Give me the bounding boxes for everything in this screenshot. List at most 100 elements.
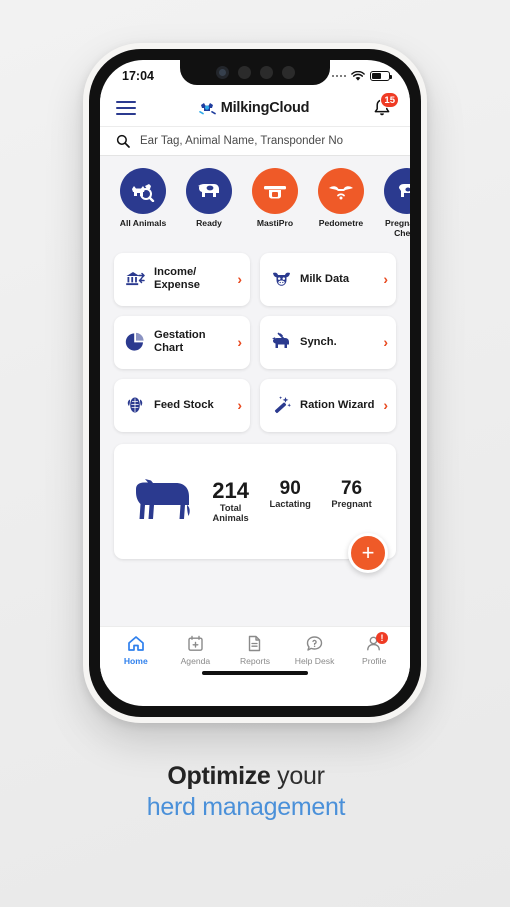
nav-label: Agenda — [180, 656, 211, 666]
profile-alert-badge: ! — [375, 632, 388, 644]
chevron-right-icon: › — [237, 271, 242, 288]
app-content: All Animals Ready MastiPro Pedometre Pre… — [100, 156, 410, 681]
app-header: MilkingCloud 15 — [100, 90, 410, 126]
phone-notch — [180, 60, 330, 85]
tagline-rest: your — [270, 762, 325, 790]
bank-transfer-icon — [124, 270, 146, 288]
category-pregnancy-check[interactable]: Pregnancy Check — [380, 168, 410, 239]
stat-caption: Pregnant — [331, 499, 372, 510]
phone-screen: 17:04 MilkingCloud 15 Ear Tag, Animal Na… — [100, 60, 410, 706]
menu-card-label: Milk Data — [300, 272, 350, 285]
tagline: Optimize your herd management — [0, 762, 510, 822]
category-label: Pedometre — [318, 218, 364, 228]
nav-item-profile[interactable]: ! Profile — [344, 632, 404, 666]
stat-caption: Lactating — [269, 499, 311, 510]
status-time: 17:04 — [122, 69, 154, 83]
stat-total-animals: 214 Total Animals — [212, 477, 249, 524]
tagline-line-2: herd management — [146, 793, 346, 821]
notification-bell-button[interactable]: 15 — [372, 92, 399, 119]
chevron-right-icon: › — [383, 397, 388, 414]
question-chat-icon — [285, 634, 345, 653]
front-camera-icon — [215, 65, 229, 79]
hamburger-menu-icon[interactable] — [116, 100, 136, 116]
menu-card-income-expense[interactable]: Income/ Expense › — [114, 252, 250, 306]
status-indicators — [331, 70, 393, 82]
stat-group: 214 Total Animals 90 Lactating 76 Pregna… — [198, 477, 382, 524]
chevron-right-icon: › — [383, 271, 388, 288]
menu-card-ration-wizard[interactable]: Ration Wizard › — [260, 378, 396, 432]
brand: MilkingCloud — [198, 100, 310, 116]
cow-silhouette-icon — [128, 475, 198, 527]
menu-card-label: Feed Stock — [154, 398, 214, 411]
nav-item-home[interactable]: Home — [106, 634, 166, 666]
category-mastipro[interactable]: MastiPro — [248, 168, 302, 239]
chevron-right-icon: › — [237, 334, 242, 351]
menu-card-label: Gestation Chart — [154, 328, 206, 355]
sensor-dot-2-icon — [281, 65, 295, 79]
category-label: MastiPro — [256, 218, 294, 228]
stat-value: 90 — [279, 477, 301, 499]
search-bar[interactable]: Ear Tag, Animal Name, Transponder No — [100, 126, 410, 156]
nav-label: Help Desk — [294, 656, 335, 666]
signal-icon — [331, 74, 346, 78]
cow-syringe-icon — [270, 332, 292, 352]
menu-card-synch[interactable]: Synch. › — [260, 315, 396, 369]
milk-filter-icon — [252, 168, 298, 214]
category-label: All Animals — [119, 218, 167, 228]
category-label: Pregnancy Check — [385, 218, 410, 238]
calendar-plus-icon — [166, 634, 226, 653]
corn-icon — [124, 395, 146, 415]
notification-badge: 15 — [380, 92, 399, 108]
sensor-dot-icon — [237, 65, 251, 79]
battery-icon — [370, 70, 393, 82]
user-icon — [344, 634, 404, 653]
home-indicator — [202, 670, 308, 675]
category-pedometre[interactable]: Pedometre — [314, 168, 368, 239]
search-input[interactable]: Ear Tag, Animal Name, Transponder No — [140, 135, 343, 147]
tagline-bold: Optimize — [167, 762, 271, 790]
stat-caption: Total Animals — [212, 502, 249, 524]
add-fab-button[interactable]: + — [348, 532, 388, 573]
tagline-line-1: Optimize your — [0, 762, 492, 791]
menu-card-label: Ration Wizard — [300, 398, 375, 411]
phone-bezel: 17:04 MilkingCloud 15 Ear Tag, Animal Na… — [89, 49, 421, 717]
home-icon — [106, 634, 166, 653]
nav-item-help-desk[interactable]: Help Desk — [285, 634, 345, 666]
menu-grid: Income/ Expense › Milk Data › Gestation … — [100, 239, 410, 432]
nav-item-reports[interactable]: Reports — [225, 634, 285, 666]
menu-card-label: Income/ Expense — [154, 265, 201, 292]
wifi-icon — [351, 70, 365, 81]
cow-ready-icon — [186, 168, 232, 214]
menu-card-milk-data[interactable]: Milk Data › — [260, 252, 396, 306]
category-ready[interactable]: Ready — [182, 168, 236, 239]
menu-card-label: Synch. — [300, 335, 337, 348]
herd-summary-card: 214 Total Animals 90 Lactating 76 Pregna… — [114, 443, 396, 573]
chevron-right-icon: › — [237, 397, 242, 414]
stat-value: 214 — [212, 477, 249, 503]
chevron-right-icon: › — [383, 334, 388, 351]
cow-head-icon — [270, 270, 292, 289]
pregnancy-check-icon — [384, 168, 410, 214]
document-icon — [225, 634, 285, 653]
stat-value: 76 — [340, 477, 363, 499]
menu-card-gestation-chart[interactable]: Gestation Chart › — [114, 315, 250, 369]
speaker-dot-icon — [259, 65, 273, 79]
menu-card-feed-stock[interactable]: Feed Stock › — [114, 378, 250, 432]
nav-label: Profile — [361, 656, 387, 666]
category-label: Ready — [196, 218, 222, 228]
milkingcloud-logo-icon — [198, 103, 216, 115]
search-icon — [116, 134, 130, 148]
nav-item-agenda[interactable]: Agenda — [166, 634, 226, 666]
pedometer-horns-icon — [318, 168, 364, 214]
stat-pregnant: 76 Pregnant — [331, 477, 372, 511]
cow-search-icon — [120, 168, 166, 214]
category-all-animals[interactable]: All Animals — [116, 168, 170, 239]
nav-label: Reports — [239, 656, 271, 666]
stat-lactating: 90 Lactating — [269, 477, 311, 511]
pie-chart-icon — [124, 332, 146, 352]
brand-name: MilkingCloud — [220, 100, 310, 116]
category-row[interactable]: All Animals Ready MastiPro Pedometre Pre… — [100, 165, 410, 239]
phone-frame: 17:04 MilkingCloud 15 Ear Tag, Animal Na… — [83, 43, 427, 723]
nav-label: Home — [123, 656, 148, 666]
magic-wand-icon — [270, 395, 292, 415]
